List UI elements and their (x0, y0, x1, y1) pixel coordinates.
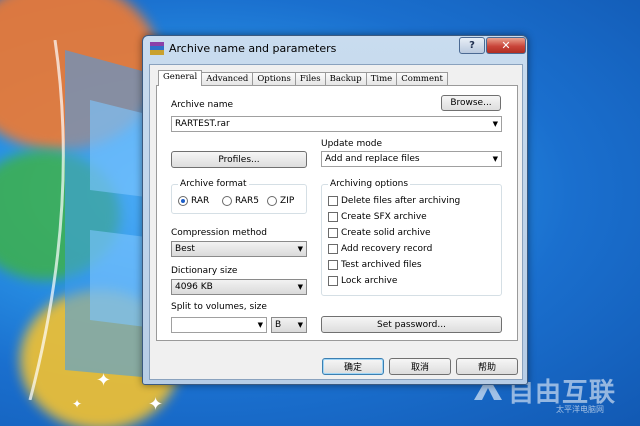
tab-time[interactable]: Time (365, 72, 398, 86)
checkbox-icon[interactable] (328, 260, 338, 270)
split-volumes-field[interactable]: ▼ (171, 317, 267, 333)
split-unit-value: B (275, 320, 282, 330)
option-delete-files[interactable]: Delete files after archiving (328, 196, 460, 206)
split-volumes-label: Split to volumes, size (171, 302, 267, 312)
update-mode-label: Update mode (321, 139, 382, 149)
chevron-down-icon[interactable]: ▼ (493, 117, 498, 131)
archive-name-field[interactable]: RARTEST.rar ▼ (171, 116, 502, 132)
checkbox-icon[interactable] (328, 276, 338, 286)
option-test-archived[interactable]: Test archived files (328, 260, 422, 270)
option-label: Create SFX archive (341, 212, 427, 222)
checkbox-icon[interactable] (328, 228, 338, 238)
option-recovery-record[interactable]: Add recovery record (328, 244, 432, 254)
chevron-down-icon[interactable]: ▼ (298, 280, 303, 294)
tab-strip: General Advanced Options Files Backup Ti… (158, 70, 448, 86)
window-title: Archive name and parameters (169, 42, 337, 55)
radio-selected-icon[interactable] (178, 196, 188, 206)
radio-icon[interactable] (222, 196, 232, 206)
format-rar-label: RAR (191, 196, 210, 206)
title-bar[interactable]: Archive name and parameters ? ✕ (143, 36, 527, 62)
tab-backup[interactable]: Backup (324, 72, 367, 86)
radio-icon[interactable] (267, 196, 277, 206)
browse-button[interactable]: Browse... (441, 95, 501, 111)
winrar-app-icon (150, 42, 164, 55)
option-label: Create solid archive (341, 228, 431, 238)
update-mode-value: Add and replace files (325, 154, 420, 164)
ok-button[interactable]: 确定 (322, 358, 384, 375)
option-label: Delete files after archiving (341, 196, 461, 206)
archive-name-value: RARTEST.rar (175, 119, 230, 129)
tab-files[interactable]: Files (294, 72, 326, 86)
format-zip-label: ZIP (280, 196, 295, 206)
split-unit-select[interactable]: B ▼ (271, 317, 307, 333)
cancel-button[interactable]: 取消 (389, 358, 451, 375)
general-tab-panel: Archive name Browse... RARTEST.rar ▼ Pro… (156, 85, 518, 341)
compression-method-select[interactable]: Best ▼ (171, 241, 307, 257)
tab-comment[interactable]: Comment (396, 72, 448, 86)
archive-format-group: Archive format RAR RAR5 ZIP (171, 179, 307, 214)
dictionary-size-select[interactable]: 4096 KB ▼ (171, 279, 307, 295)
checkbox-icon[interactable] (328, 196, 338, 206)
archiving-options-title: Archiving options (328, 179, 411, 189)
dialog-client: General Advanced Options Files Backup Ti… (149, 64, 523, 380)
archive-dialog: Archive name and parameters ? ✕ General … (142, 35, 528, 385)
dictionary-size-label: Dictionary size (171, 266, 238, 276)
archive-name-label: Archive name (171, 100, 234, 110)
option-lock-archive[interactable]: Lock archive (328, 276, 397, 286)
tab-options[interactable]: Options (252, 72, 296, 86)
format-radio-rar5[interactable]: RAR5 (222, 196, 259, 206)
update-mode-select[interactable]: Add and replace files ▼ (321, 151, 502, 167)
title-help-button[interactable]: ? (459, 37, 485, 54)
chevron-down-icon[interactable]: ▼ (493, 152, 498, 166)
checkbox-icon[interactable] (328, 212, 338, 222)
dictionary-size-value: 4096 KB (175, 282, 213, 292)
compression-method-value: Best (175, 244, 195, 254)
tab-advanced[interactable]: Advanced (201, 72, 254, 86)
format-rar5-label: RAR5 (235, 196, 260, 206)
sparkle-icon: ✦ (96, 370, 112, 391)
format-radio-rar[interactable]: RAR (178, 196, 209, 206)
chevron-down-icon[interactable]: ▼ (258, 318, 263, 332)
option-create-sfx[interactable]: Create SFX archive (328, 212, 427, 222)
archiving-options-group: Archiving options Delete files after arc… (321, 179, 502, 296)
option-label: Add recovery record (341, 244, 433, 254)
option-create-solid[interactable]: Create solid archive (328, 228, 431, 238)
tab-general[interactable]: General (158, 70, 203, 86)
sparkle-icon: ✦ (72, 397, 83, 411)
compression-method-label: Compression method (171, 228, 268, 238)
option-label: Lock archive (341, 276, 398, 286)
set-password-button[interactable]: Set password... (321, 316, 502, 333)
chevron-down-icon[interactable]: ▼ (298, 242, 303, 256)
option-label: Test archived files (341, 260, 422, 270)
close-button[interactable]: ✕ (486, 37, 526, 54)
format-radio-zip[interactable]: ZIP (267, 196, 294, 206)
chevron-down-icon[interactable]: ▼ (298, 318, 303, 332)
checkbox-icon[interactable] (328, 244, 338, 254)
profiles-button[interactable]: Profiles... (171, 151, 307, 168)
watermark-subtitle: 太平洋电脑网 (556, 405, 604, 414)
archive-format-title: Archive format (178, 179, 249, 189)
sparkle-icon: ✦ (148, 394, 164, 415)
help-button[interactable]: 帮助 (456, 358, 518, 375)
